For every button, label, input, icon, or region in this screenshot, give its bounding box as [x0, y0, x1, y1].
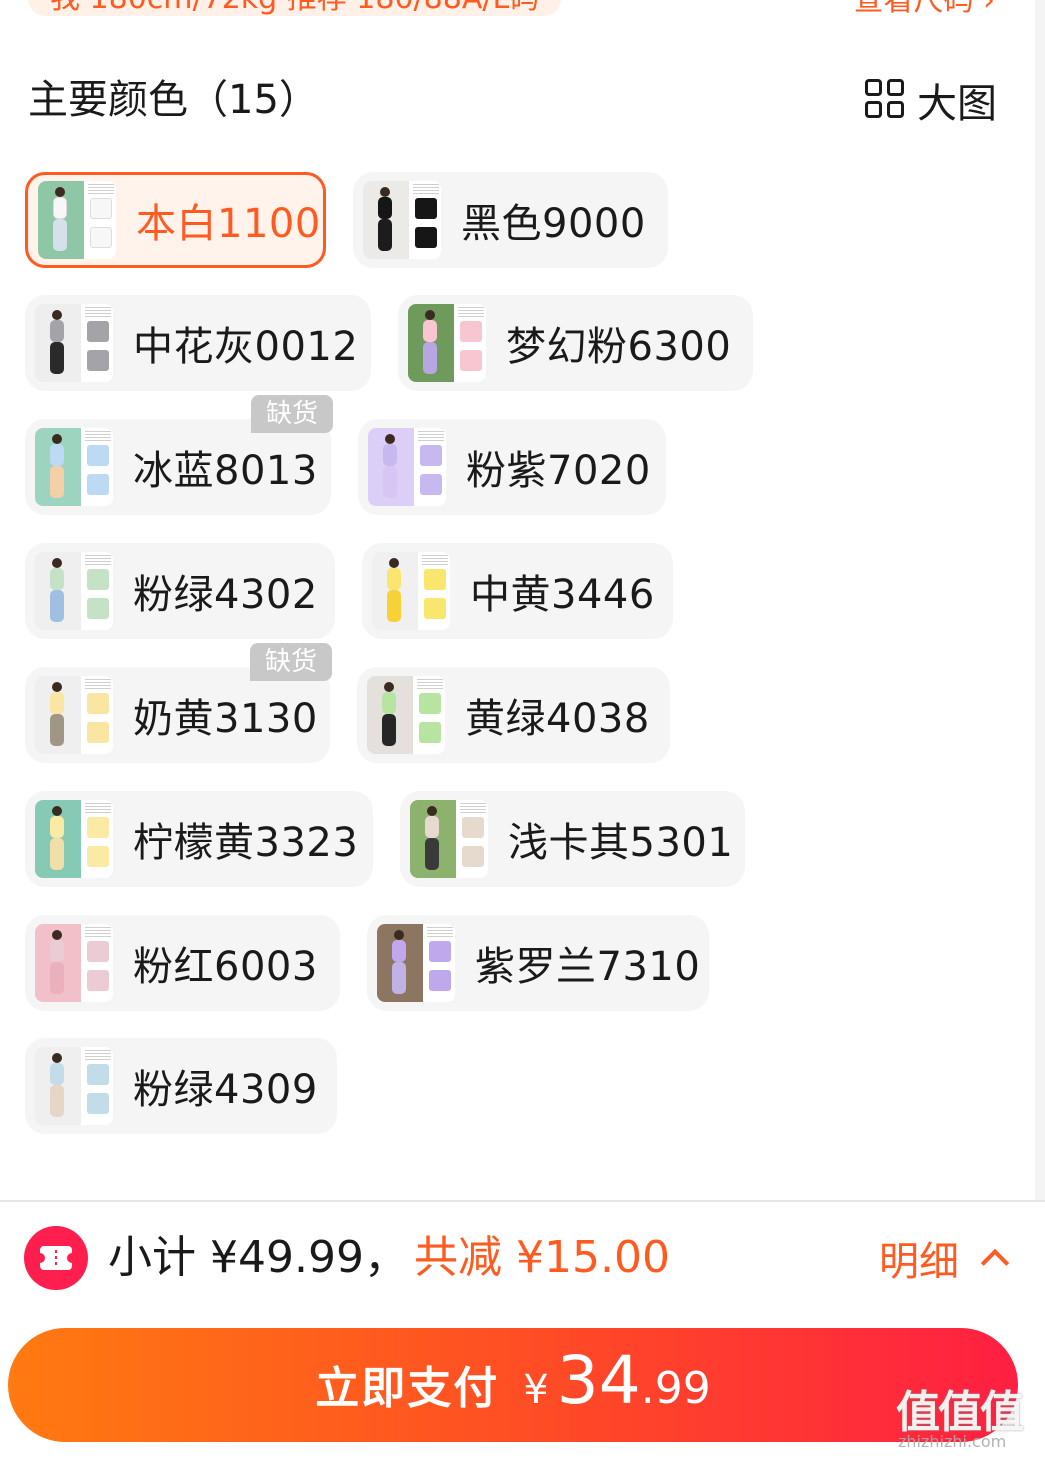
color-thumbnail	[35, 1047, 113, 1125]
color-option-chip[interactable]: 本白1100	[25, 172, 326, 268]
color-option-label: 梦幻粉6300	[506, 324, 732, 370]
out-of-stock-badge: 缺货	[250, 643, 332, 681]
color-thumbnail	[368, 428, 446, 506]
color-option-label: 紫罗兰7310	[475, 944, 701, 990]
price-detail-label: 明细	[879, 1239, 959, 1285]
color-option-label: 粉绿4309	[133, 1067, 318, 1113]
color-option-label: 浅卡其5301	[508, 820, 734, 866]
color-option-chip[interactable]: 中花灰0012	[25, 295, 371, 391]
color-option-label: 粉红6003	[133, 944, 318, 990]
color-option-chip[interactable]: 紫罗兰7310	[367, 915, 709, 1011]
color-thumbnail	[410, 800, 488, 878]
coupon-icon[interactable]	[24, 1226, 88, 1290]
color-option-label: 本白1100	[136, 201, 321, 247]
color-option-chip[interactable]: 粉绿4302	[25, 543, 335, 639]
color-thumbnail	[35, 800, 113, 878]
color-option-chip[interactable]: 柠檬黄3323	[25, 791, 373, 887]
color-thumbnail	[38, 181, 116, 259]
color-option-chip[interactable]: 冰蓝8013 缺货	[25, 395, 333, 515]
color-thumbnail	[363, 181, 441, 259]
color-option-label: 中花灰0012	[133, 324, 359, 370]
watermark-domain: zhizhizhi.com	[898, 1432, 1007, 1451]
chevron-up-icon	[980, 1248, 1010, 1278]
color-thumbnail	[35, 676, 113, 754]
color-thumbnail	[35, 924, 113, 1002]
color-option-chip[interactable]: 黑色9000	[353, 172, 668, 268]
color-thumbnail	[35, 304, 113, 382]
color-thumbnail	[372, 552, 450, 630]
color-option-chip[interactable]: 粉紫7020	[358, 419, 666, 515]
color-thumbnail	[35, 552, 113, 630]
color-thumbnail	[408, 304, 486, 382]
color-option-label: 粉绿4302	[133, 572, 318, 618]
color-option-label: 柠檬黄3323	[133, 820, 359, 866]
color-option-label: 粉紫7020	[466, 448, 651, 494]
color-option-chip[interactable]: 梦幻粉6300	[398, 295, 753, 391]
color-option-label: 中黄3446	[470, 572, 655, 618]
price-summary-bar: 小计 ¥49.99， 共减 ¥15.00 明细	[0, 1210, 1045, 1300]
color-option-chip[interactable]: 奶黄3130 缺货	[25, 643, 332, 763]
pay-now-button[interactable]: 立即支付 ¥ 34 .99	[8, 1328, 1018, 1442]
color-option-label: 黄绿4038	[465, 696, 650, 742]
watermark-logo: 值值值	[896, 1387, 1024, 1438]
color-option-chip[interactable]: 中黄3446	[362, 543, 673, 639]
color-option-chip[interactable]: 黄绿4038	[357, 667, 670, 763]
color-option-chip[interactable]: 粉红6003	[25, 915, 340, 1011]
color-option-chip[interactable]: 粉绿4309	[25, 1038, 337, 1134]
color-thumbnail	[377, 924, 455, 1002]
color-option-chip[interactable]: 浅卡其5301	[400, 791, 745, 887]
footer-divider	[0, 1200, 1045, 1202]
color-thumbnail	[367, 676, 445, 754]
pay-currency-symbol: ¥	[523, 1367, 549, 1413]
out-of-stock-badge: 缺货	[251, 395, 333, 433]
color-option-label: 冰蓝8013	[133, 448, 318, 494]
color-thumbnail	[35, 428, 113, 506]
color-option-label: 黑色9000	[461, 201, 646, 247]
pay-amount-decimal: .99	[640, 1363, 711, 1414]
color-option-label: 奶黄3130	[133, 696, 318, 742]
subtotal-text: 小计 ¥49.99，	[108, 1232, 408, 1283]
price-detail-toggle[interactable]: 明细	[879, 1228, 1010, 1288]
pay-amount-integer: 34	[556, 1342, 641, 1419]
discount-text: 共减 ¥15.00	[414, 1232, 670, 1283]
pay-now-label: 立即支付	[315, 1363, 500, 1414]
site-watermark: 值值值 zhizhizhi.com	[896, 1376, 1036, 1456]
color-options-list: 本白1100 黑色9000 中花灰0012 梦幻粉6300 冰蓝8013 缺货 粉紫7020…	[0, 0, 1045, 1200]
